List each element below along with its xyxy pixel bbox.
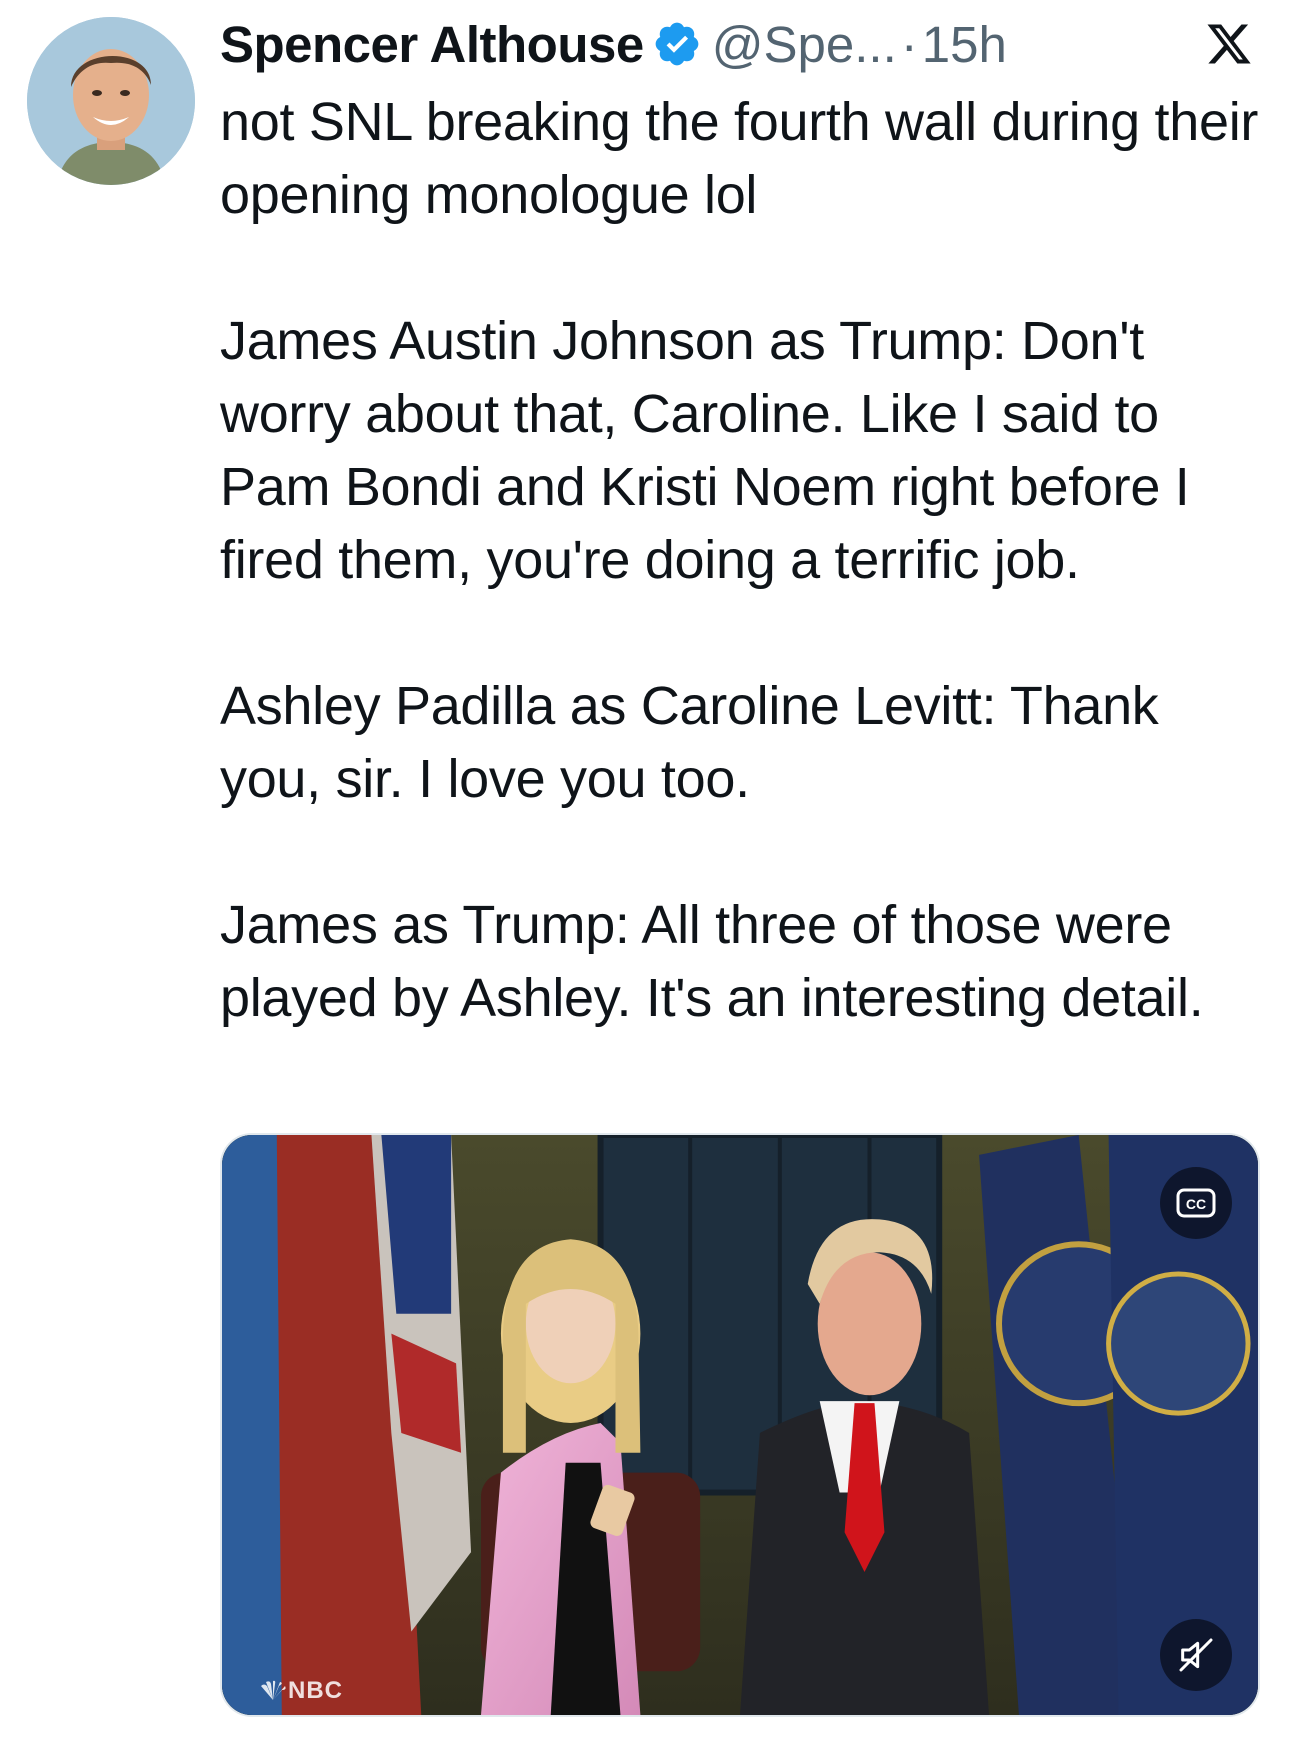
tweet-paragraph: Ashley Padilla as Caroline Levitt: Thank… bbox=[220, 676, 1159, 809]
closed-captions-button[interactable]: CC bbox=[1160, 1167, 1232, 1239]
muted-speaker-icon bbox=[1179, 1638, 1213, 1672]
svg-text:CC: CC bbox=[1186, 1196, 1206, 1212]
verified-badge-icon bbox=[655, 22, 699, 66]
avatar-photo-icon bbox=[27, 17, 195, 185]
nbc-peacock-icon bbox=[261, 1680, 286, 1700]
author-handle[interactable]: @Spe... bbox=[712, 15, 897, 74]
author-name[interactable]: Spencer Althouse bbox=[220, 15, 644, 74]
closed-captions-icon: CC bbox=[1176, 1188, 1216, 1218]
x-logo-icon[interactable] bbox=[1204, 20, 1254, 68]
tweet-text: not SNL breaking the fourth wall during … bbox=[220, 86, 1260, 1035]
separator-dot: · bbox=[900, 15, 918, 73]
watermark-text: NBC bbox=[288, 1677, 343, 1704]
tweet-paragraph: James Austin Johnson as Trump: Don't wor… bbox=[220, 311, 1190, 590]
author-avatar[interactable] bbox=[27, 17, 195, 185]
video-frame bbox=[222, 1135, 1258, 1715]
tweet-paragraph: James as Trump: All three of those were … bbox=[220, 895, 1204, 1028]
tweet-paragraph: not SNL breaking the fourth wall during … bbox=[220, 92, 1259, 225]
mute-button[interactable] bbox=[1160, 1619, 1232, 1691]
video-player[interactable]: CC NBC bbox=[220, 1133, 1260, 1717]
tweet-header: Spencer Althouse @Spe... · 15h bbox=[220, 8, 1254, 80]
timestamp[interactable]: 15h bbox=[922, 15, 1007, 74]
network-watermark: NBC bbox=[258, 1677, 343, 1705]
